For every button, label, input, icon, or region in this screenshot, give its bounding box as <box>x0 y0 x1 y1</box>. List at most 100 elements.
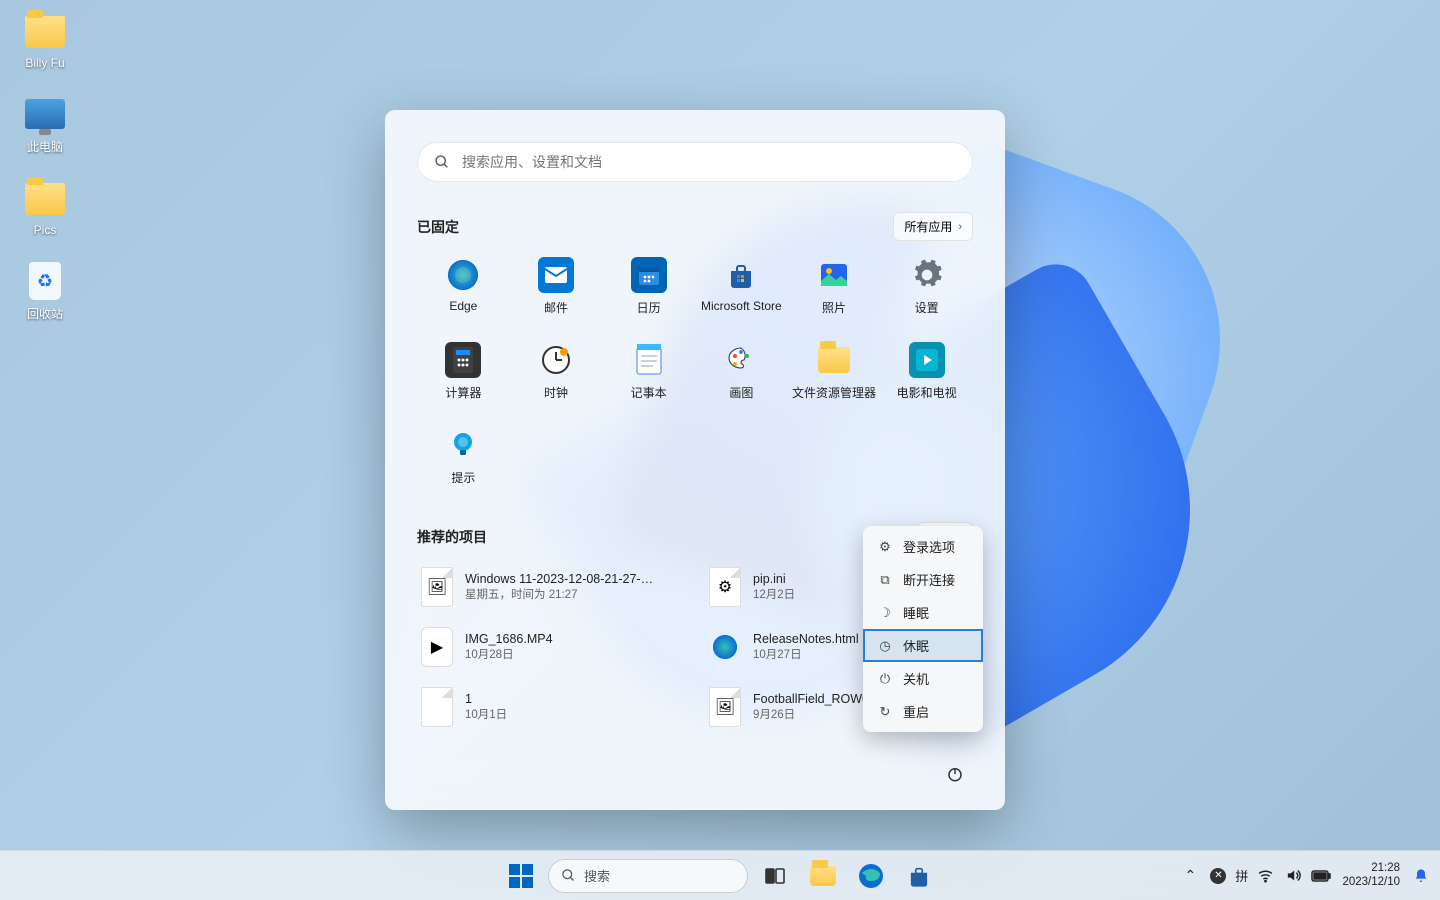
ime-indicator[interactable]: 拼 <box>1235 865 1248 887</box>
desktop-item-this-pc[interactable]: 此电脑 <box>10 92 80 155</box>
task-view-button[interactable] <box>754 855 796 897</box>
app-label: Edge <box>449 299 477 313</box>
pinned-app-settings[interactable]: 设置 <box>880 253 973 320</box>
recommended-item[interactable]: 110月1日 <box>417 683 685 731</box>
power-menu-disconnect[interactable]: ⧉断开连接 <box>863 563 983 596</box>
desktop-item-user-folder[interactable]: Billy Fu <box>10 10 80 70</box>
gear-icon: ⚙ <box>877 539 893 555</box>
pm-label: 关机 <box>903 669 929 688</box>
power-menu-shutdown[interactable]: ⏻关机 <box>863 662 983 695</box>
power-button[interactable] <box>937 756 973 792</box>
power-menu-restart[interactable]: ↻ 重启 <box>863 695 983 728</box>
video-file-icon: ▶ <box>421 627 453 667</box>
explorer-icon <box>816 342 852 378</box>
taskbar: 搜索 ⌃ ✕ 拼 21:28 2023/12/10 <box>0 850 1440 900</box>
app-label: 提示 <box>451 469 475 486</box>
power-menu-signin-options[interactable]: ⚙ 登录选项 <box>863 530 983 563</box>
power-menu-hibernate[interactable]: ◷ 休眠 <box>863 629 983 662</box>
app-label: 照片 <box>822 299 846 316</box>
photos-icon <box>816 257 852 293</box>
rec-name: Windows 11-2023-12-08-21-27-47.p... <box>465 572 655 586</box>
moon-icon: ☽ <box>877 605 893 621</box>
clock-button[interactable]: 21:28 2023/12/10 <box>1338 862 1404 888</box>
recycle-bin-icon: ♻ <box>29 262 61 300</box>
app-label: 文件资源管理器 <box>792 384 876 401</box>
bell-icon <box>1413 868 1429 884</box>
tray-status-icon[interactable]: ✕ <box>1207 865 1229 887</box>
image-file-icon: 🖼 <box>421 567 453 607</box>
app-label: 电影和电视 <box>897 384 957 401</box>
pinned-app-notepad[interactable]: 记事本 <box>602 338 695 405</box>
taskbar-search-label: 搜索 <box>584 866 610 885</box>
rec-date: 12月2日 <box>753 586 795 602</box>
pinned-app-store[interactable]: Microsoft Store <box>695 253 788 320</box>
recommended-item[interactable]: 🖼Windows 11-2023-12-08-21-27-47.p...星期五，… <box>417 563 685 611</box>
pinned-app-tips[interactable]: 提示 <box>417 423 510 490</box>
tray-overflow-button[interactable]: ⌃ <box>1179 865 1201 887</box>
chevron-right-icon: › <box>958 221 962 233</box>
search-input[interactable] <box>462 154 956 170</box>
edge-doc-icon <box>709 627 741 667</box>
start-button[interactable] <box>500 855 542 897</box>
pc-icon <box>25 99 65 129</box>
search-icon <box>434 154 450 170</box>
app-label: 记事本 <box>631 384 667 401</box>
battery-button[interactable] <box>1310 865 1332 887</box>
all-apps-button[interactable]: 所有应用 › <box>893 212 973 241</box>
pm-label: 重启 <box>903 702 929 721</box>
desktop-item-recycle-bin[interactable]: ♻ 回收站 <box>10 259 80 322</box>
pinned-app-clock[interactable]: 时钟 <box>510 338 603 405</box>
pinned-app-paint[interactable]: 画图 <box>695 338 788 405</box>
pm-label: 休眠 <box>903 636 929 655</box>
notifications-button[interactable] <box>1410 865 1432 887</box>
taskbar-app-explorer[interactable] <box>802 855 844 897</box>
ini-file-icon: ⚙ <box>709 567 741 607</box>
rec-name: 1 <box>465 692 507 706</box>
pinned-app-edge[interactable]: Edge <box>417 253 510 320</box>
pinned-grid: Edge 邮件 日历 Microsoft Store 照片 设置 计算器 时钟 … <box>417 253 973 490</box>
circle-x-icon: ✕ <box>1210 868 1226 884</box>
restart-icon: ↻ <box>877 704 893 720</box>
calendar-icon <box>631 257 667 293</box>
clock-sleep-icon: ◷ <box>877 638 893 654</box>
start-search[interactable] <box>417 142 973 182</box>
explorer-icon <box>810 866 836 886</box>
desktop-item-label: Pics <box>34 223 57 237</box>
pinned-app-photos[interactable]: 照片 <box>788 253 881 320</box>
rec-name: IMG_1686.MP4 <box>465 632 553 646</box>
rec-date: 10月28日 <box>465 646 553 662</box>
calculator-icon <box>445 342 481 378</box>
desktop-item-pics[interactable]: Pics <box>10 177 80 237</box>
taskbar-app-edge[interactable] <box>850 855 892 897</box>
app-label: Microsoft Store <box>701 299 782 313</box>
clock-time: 21:28 <box>1342 862 1400 875</box>
pm-label: 断开连接 <box>903 570 955 589</box>
pinned-app-movies[interactable]: 电影和电视 <box>880 338 973 405</box>
edge-icon <box>858 863 884 889</box>
start-menu: 已固定 所有应用 › Edge 邮件 日历 Microsoft Store 照片… <box>385 110 1005 810</box>
clock-icon <box>538 342 574 378</box>
power-menu-sleep[interactable]: ☽睡眠 <box>863 596 983 629</box>
pm-label: 登录选项 <box>903 537 955 556</box>
recommended-item[interactable]: ▶ IMG_1686.MP410月28日 <box>417 623 685 671</box>
volume-button[interactable] <box>1282 865 1304 887</box>
taskbar-search[interactable]: 搜索 <box>548 859 748 893</box>
mail-icon <box>538 257 574 293</box>
pinned-app-calendar[interactable]: 日历 <box>602 253 695 320</box>
notepad-icon <box>631 342 667 378</box>
taskbar-app-store[interactable] <box>898 855 940 897</box>
wifi-button[interactable] <box>1254 865 1276 887</box>
settings-icon <box>909 257 945 293</box>
rec-date: 10月1日 <box>465 706 507 722</box>
pinned-app-explorer[interactable]: 文件资源管理器 <box>788 338 881 405</box>
search-icon <box>561 868 576 883</box>
rec-name: ReleaseNotes.html <box>753 632 859 646</box>
task-view-icon <box>764 865 786 887</box>
desktop-icons: Billy Fu 此电脑 Pics ♻ 回收站 <box>10 10 80 322</box>
battery-icon <box>1311 870 1331 882</box>
pinned-app-mail[interactable]: 邮件 <box>510 253 603 320</box>
app-label: 邮件 <box>544 299 568 316</box>
app-label: 设置 <box>915 299 939 316</box>
generic-file-icon <box>421 687 453 727</box>
pinned-app-calculator[interactable]: 计算器 <box>417 338 510 405</box>
